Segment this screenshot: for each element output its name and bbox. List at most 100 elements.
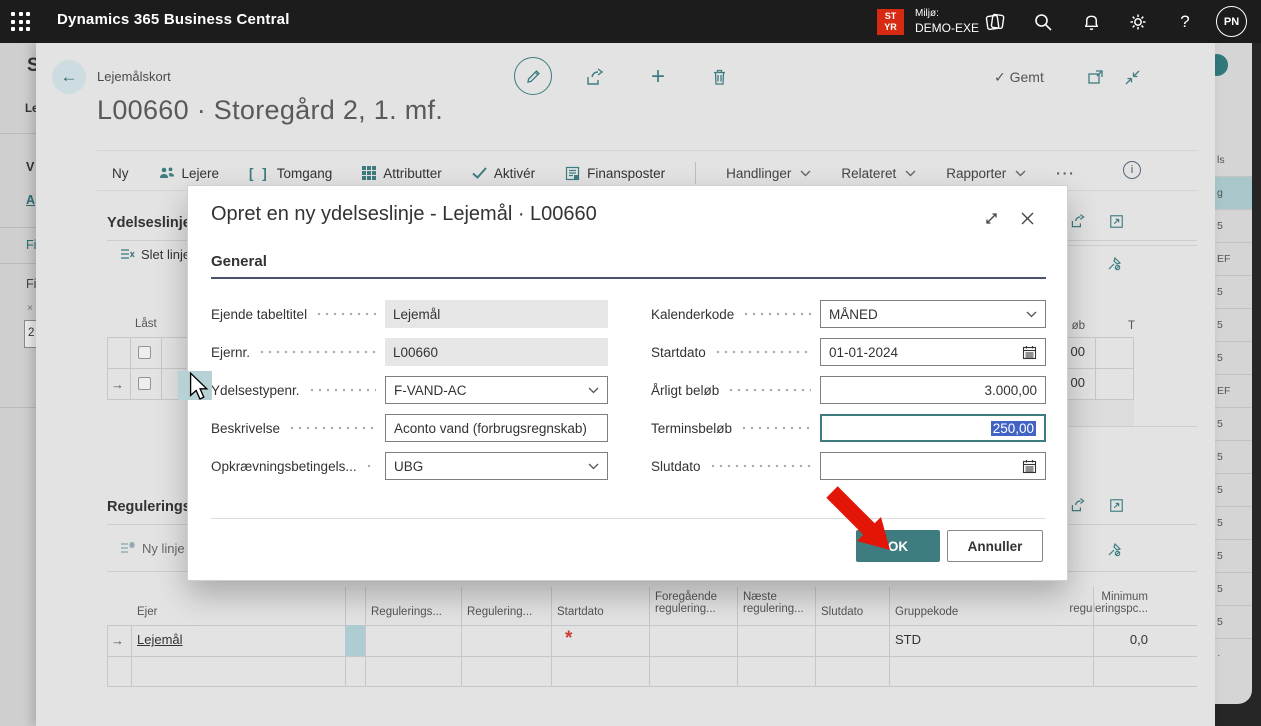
action-ny-linje[interactable]: Ny linje bbox=[120, 535, 185, 561]
chevron-down-icon[interactable] bbox=[588, 387, 599, 394]
settings-gear-icon[interactable] bbox=[1125, 9, 1151, 35]
grid-line bbox=[1068, 368, 1134, 369]
delete-button[interactable] bbox=[707, 65, 731, 89]
startdato-field[interactable]: 01-01-2024 bbox=[820, 338, 1046, 366]
chevron-down-icon[interactable] bbox=[1026, 311, 1037, 318]
section-share-icon[interactable] bbox=[1068, 211, 1088, 231]
grid-line bbox=[107, 686, 1197, 687]
account-avatar[interactable]: PN bbox=[1216, 6, 1247, 37]
grid-icon bbox=[362, 166, 376, 180]
dotted-leader bbox=[714, 338, 811, 366]
collapse-icon bbox=[1124, 69, 1141, 86]
grid-line bbox=[365, 587, 366, 686]
back-button[interactable]: ← bbox=[52, 60, 86, 94]
ydelsestypenr-combobox[interactable]: F-VAND-AC bbox=[385, 376, 608, 404]
section-open-icon[interactable] bbox=[1106, 211, 1126, 231]
bg-row-fragment: 5 bbox=[1215, 606, 1252, 639]
calendar-icon[interactable] bbox=[1022, 459, 1037, 474]
search-icon[interactable] bbox=[1030, 9, 1056, 35]
column-header-regulering[interactable]: Regulering... bbox=[467, 606, 532, 618]
bg-row-fragment: EF bbox=[1215, 375, 1252, 408]
toolbar-item-tomgang[interactable]: [ ] Tomgang bbox=[249, 166, 332, 181]
field-label: Startdato bbox=[651, 345, 706, 360]
column-header-fragment[interactable]: T bbox=[1128, 320, 1135, 332]
section-share-icon[interactable] bbox=[1068, 495, 1088, 515]
footer-divider bbox=[211, 518, 1046, 519]
kalenderkode-combobox[interactable]: MÅNED bbox=[820, 300, 1046, 328]
selected-cell[interactable] bbox=[345, 625, 365, 656]
collapse-pane-button[interactable] bbox=[1120, 65, 1144, 89]
ledger-icon bbox=[565, 166, 580, 181]
app-root: Dynamics 365 Business Central ST YR Milj… bbox=[0, 0, 1261, 726]
calendar-icon[interactable] bbox=[1022, 345, 1037, 360]
row-checkbox[interactable] bbox=[138, 377, 151, 390]
toolbar-more-button[interactable]: ··· bbox=[1056, 166, 1076, 181]
grid-line bbox=[737, 587, 738, 686]
field-row: Terminsbeløb 250,00 bbox=[651, 414, 1046, 442]
help-icon[interactable]: ? bbox=[1172, 9, 1198, 35]
expand-dialog-button[interactable] bbox=[980, 207, 1002, 229]
section-open-icon[interactable] bbox=[1106, 495, 1126, 515]
unpin-icon[interactable] bbox=[1104, 254, 1124, 274]
breadcrumb[interactable]: Lejemålskort bbox=[97, 69, 171, 84]
toolbar-item-aktiver[interactable]: Aktivér bbox=[472, 166, 535, 181]
info-icon[interactable]: i bbox=[1123, 161, 1141, 179]
field-row: Ejende tabeltitel Lejemål bbox=[211, 300, 608, 328]
mouse-cursor bbox=[188, 372, 210, 402]
cell-gruppekode[interactable]: STD bbox=[895, 632, 921, 647]
toolbar-item-ny[interactable]: Ny bbox=[112, 166, 129, 181]
grid-line bbox=[107, 625, 108, 686]
cell-ejer-link[interactable]: Lejemål bbox=[137, 632, 183, 647]
dialog-section-general: General bbox=[211, 253, 267, 270]
background-page-right-edge: ls g 5 EF 5 5 5 EF 5 5 5 5 5 5 5 · bbox=[1215, 43, 1252, 704]
chevron-down-icon bbox=[1015, 170, 1026, 177]
environment-info[interactable]: Miljø: DEMO-EXE bbox=[915, 8, 979, 35]
grid-line bbox=[131, 625, 132, 686]
column-header-startdato[interactable]: Startdato bbox=[557, 606, 604, 618]
aarligt-beloeb-field[interactable]: 3.000,00 bbox=[820, 376, 1046, 404]
chevron-down-icon bbox=[800, 170, 811, 177]
column-header-ejer[interactable]: Ejer bbox=[137, 606, 157, 618]
toolbar-menu-relateret[interactable]: Relateret bbox=[841, 166, 916, 181]
environment-badge[interactable]: ST YR bbox=[877, 9, 904, 35]
column-header-regulerings[interactable]: Regulerings... bbox=[371, 606, 442, 618]
chevron-down-icon[interactable] bbox=[588, 463, 599, 470]
grid-line bbox=[889, 587, 890, 686]
trash-icon bbox=[711, 68, 728, 86]
chevron-down-icon bbox=[905, 170, 916, 177]
toolbar-item-attributter[interactable]: Attributter bbox=[362, 166, 442, 181]
column-header-gruppekode[interactable]: Gruppekode bbox=[895, 606, 958, 618]
terminsbeloeb-field[interactable]: 250,00 bbox=[820, 414, 1046, 442]
column-header-laast[interactable]: Låst bbox=[135, 318, 157, 330]
divider bbox=[0, 133, 36, 134]
action-slet-linje[interactable]: Slet linje bbox=[120, 241, 190, 267]
column-header-slutdato[interactable]: Slutdato bbox=[821, 606, 863, 618]
slutdato-field[interactable] bbox=[820, 452, 1046, 480]
opkraevningsbetingelse-combobox[interactable]: UBG bbox=[385, 452, 608, 480]
close-dialog-button[interactable] bbox=[1016, 207, 1038, 229]
grid-line bbox=[130, 337, 131, 399]
cancel-button[interactable]: Annuller bbox=[947, 530, 1043, 562]
new-plus-button[interactable]: + bbox=[646, 65, 670, 89]
row-checkbox[interactable] bbox=[138, 346, 151, 359]
field-label: Ejende tabeltitel bbox=[211, 307, 307, 322]
unpin-icon[interactable] bbox=[1104, 540, 1124, 560]
open-in-new-window-button[interactable] bbox=[1083, 65, 1107, 89]
column-header-naeste[interactable]: Næsteregulering... bbox=[743, 591, 804, 615]
share-icon bbox=[585, 67, 605, 87]
dynamics-icon[interactable] bbox=[982, 9, 1008, 35]
grid-line bbox=[161, 337, 162, 399]
beskrivelse-field[interactable]: Aconto vand (forbrugsregnskab) bbox=[385, 414, 608, 442]
grid-line bbox=[107, 625, 1197, 626]
app-launcher-waffle-icon[interactable] bbox=[9, 10, 33, 34]
toolbar-item-lejere[interactable]: Lejere bbox=[159, 166, 220, 181]
toolbar-item-finansposter[interactable]: Finansposter bbox=[565, 166, 665, 181]
toolbar-menu-handlinger[interactable]: Handlinger bbox=[726, 166, 811, 181]
column-header-foregaende[interactable]: Foregåenderegulering... bbox=[655, 591, 717, 615]
toolbar-menu-rapporter[interactable]: Rapporter bbox=[946, 166, 1026, 181]
notifications-bell-icon[interactable] bbox=[1078, 9, 1104, 35]
cell-minimum[interactable]: 0,0 bbox=[1093, 632, 1148, 647]
edit-pencil-button[interactable] bbox=[514, 57, 552, 95]
column-header-minimum[interactable]: Minimumreguleringspc... bbox=[1058, 591, 1148, 615]
share-button[interactable] bbox=[583, 65, 607, 89]
